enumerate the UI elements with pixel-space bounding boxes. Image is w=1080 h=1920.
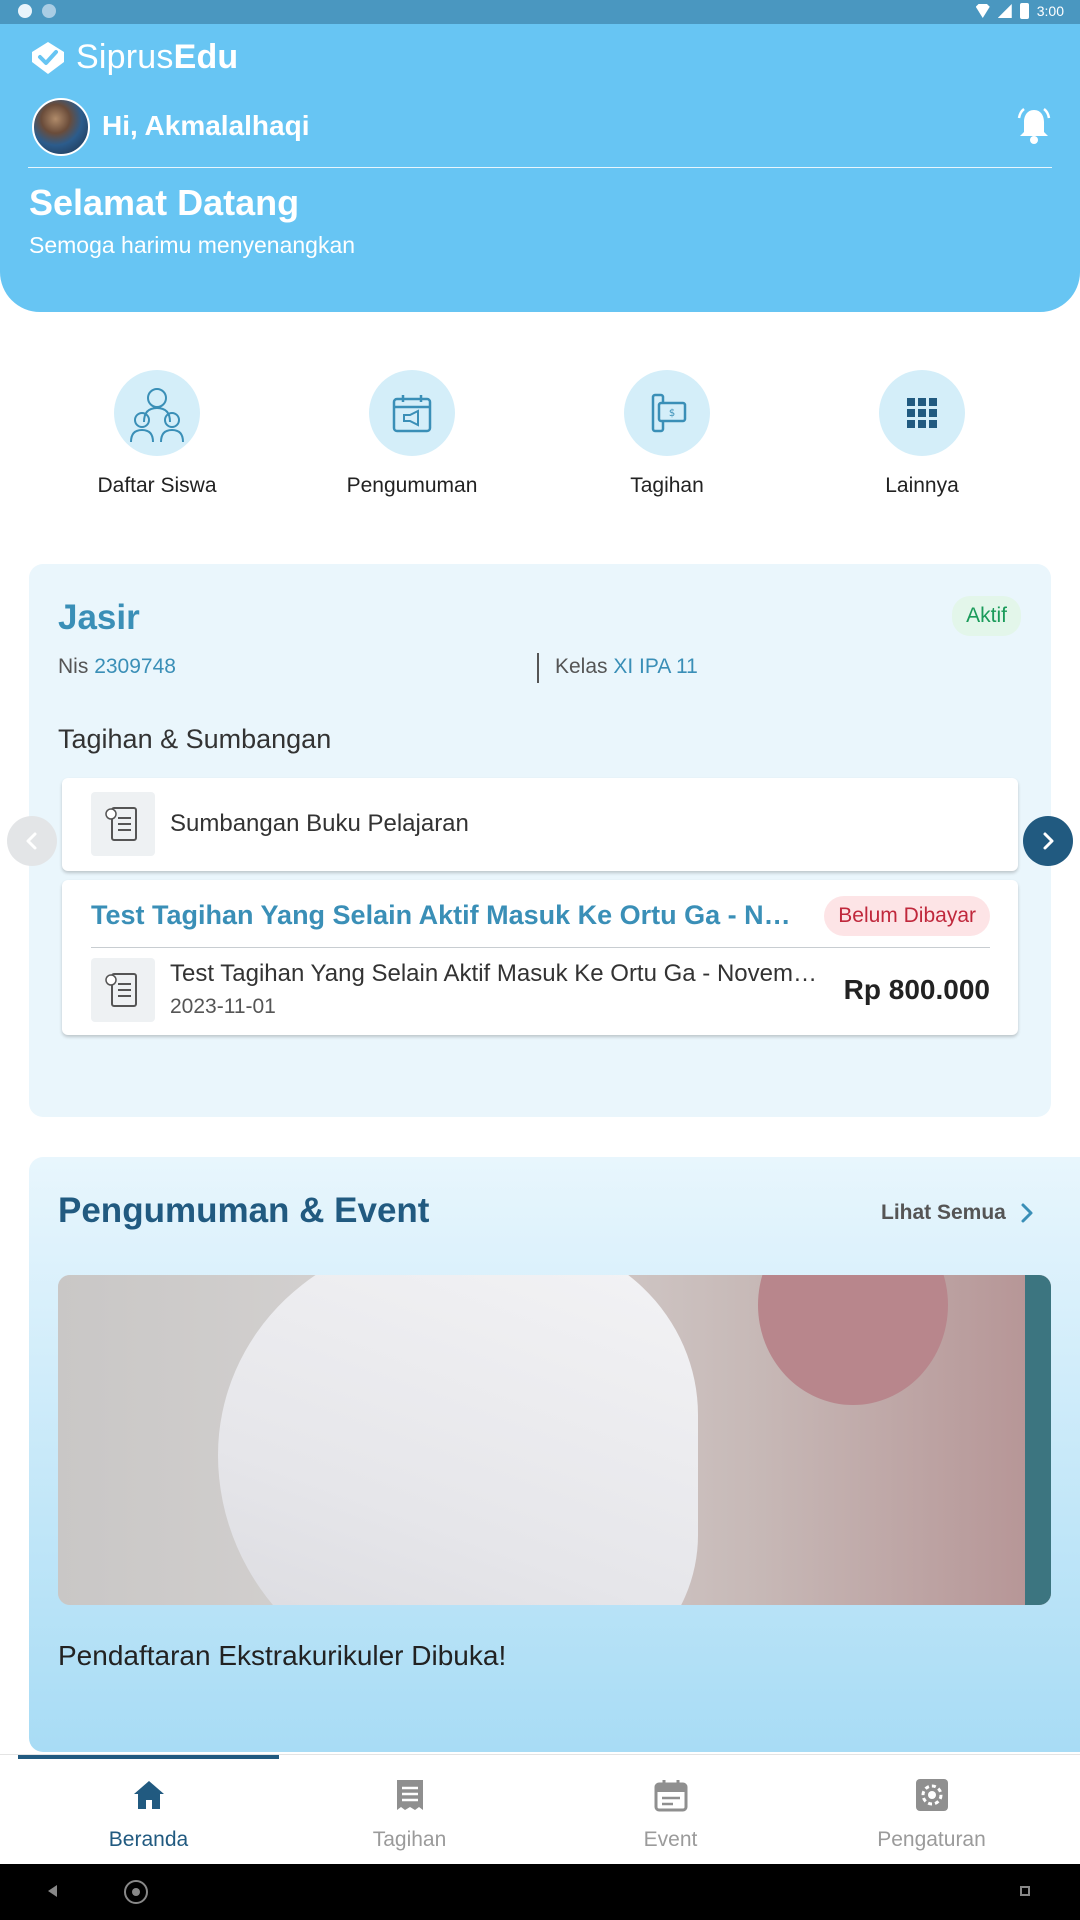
menu-label: Daftar Siswa [97, 474, 217, 497]
tab-label: Beranda [108, 1828, 189, 1851]
grid-icon [879, 370, 965, 456]
menu-label: Lainnya [885, 474, 959, 497]
chevron-left-icon [26, 832, 37, 850]
avatar[interactable] [32, 98, 90, 156]
tab-tagihan[interactable]: Tagihan [279, 1755, 540, 1865]
menu-item-pengumuman[interactable]: Pengumuman [312, 370, 512, 498]
bill-date: 2023-11-01 [170, 995, 276, 1018]
bill-card[interactable]: Test Tagihan Yang Selain Aktif Masuk Ke … [62, 880, 1018, 1035]
status-time: 3:00 [1036, 3, 1064, 19]
see-all-link[interactable]: Lihat Semua [881, 1201, 1034, 1225]
bottom-nav: Beranda Tagihan Event Pengaturan [0, 1754, 1080, 1864]
carousel-prev-button[interactable] [7, 816, 57, 866]
students-icon [114, 370, 200, 456]
signal-icon [997, 4, 1012, 18]
tab-label: Pengaturan [877, 1828, 986, 1851]
tab-pengaturan[interactable]: Pengaturan [801, 1755, 1062, 1865]
home-icon [133, 1781, 164, 1809]
kelas-label: Kelas [555, 655, 608, 678]
header: SiprusEdu Hi, Akmalalhaqi Selamat Datang… [0, 24, 1080, 312]
banner-shape [218, 1275, 698, 1605]
student-nis: Nis 2309748 [58, 655, 176, 679]
donation-card[interactable]: Sumbangan Buku Pelajaran [62, 778, 1018, 871]
calendar-icon [654, 1780, 687, 1812]
chevron-right-icon [1043, 832, 1054, 850]
nis-label: Nis [58, 655, 89, 678]
greeting-text: Hi, Akmalalhaqi [102, 110, 310, 141]
bill-icon: $ [624, 370, 710, 456]
menu-label: Pengumuman [346, 474, 478, 497]
system-icons: 3:00 [975, 3, 1064, 19]
back-icon[interactable] [48, 1885, 57, 1897]
info-divider [537, 653, 539, 683]
unpaid-badge: Belum Dibayar [824, 896, 990, 936]
nis-value: 2309748 [94, 655, 176, 678]
tab-event[interactable]: Event [540, 1755, 801, 1865]
welcome-subtitle: Semoga harimu menyenangkan [29, 232, 356, 258]
logo-icon [32, 41, 64, 74]
document-icon [91, 958, 155, 1022]
student-card: Jasir Aktif Nis 2309748 Kelas XI IPA 11 … [29, 564, 1051, 1117]
menu-item-daftar-siswa[interactable]: Daftar Siswa [57, 370, 257, 498]
notification-icons [18, 4, 56, 18]
header-divider [28, 167, 1052, 168]
announcement-title: Pengumuman & Event [58, 1191, 430, 1230]
banner-edge [1025, 1275, 1051, 1605]
document-icon [91, 792, 155, 856]
carousel-next-button[interactable] [1023, 816, 1073, 866]
student-name: Jasir [58, 598, 140, 637]
student-kelas: Kelas XI IPA 11 [555, 655, 698, 679]
brand-name-bold: Edu [173, 38, 239, 76]
section-title: Tagihan & Sumbangan [58, 724, 332, 754]
tab-beranda[interactable]: Beranda [18, 1755, 279, 1865]
brand-logo: SiprusEdu [28, 38, 238, 77]
brand-name: SiprusEdu [76, 38, 238, 77]
chevron-right-icon [1021, 1203, 1033, 1223]
tab-label: Tagihan [372, 1828, 447, 1851]
announcement-banner-image[interactable] [58, 1275, 1051, 1605]
notification-icon [42, 4, 56, 18]
announcement-icon [369, 370, 455, 456]
bill-amount: Rp 800.000 [843, 974, 990, 1005]
greeting-row: Hi, Akmalalhaqi [32, 98, 1052, 158]
battery-icon [1019, 3, 1029, 19]
kelas-value: XI IPA 11 [613, 655, 698, 678]
receipt-icon [396, 1780, 423, 1810]
gear-icon [915, 1779, 948, 1811]
quick-menu: Daftar Siswa Pengumuman $ Tagihan Lainny… [0, 370, 1080, 510]
menu-label: Tagihan [630, 474, 704, 497]
recents-icon[interactable] [1020, 1886, 1030, 1896]
see-all-label: Lihat Semua [881, 1201, 1006, 1224]
bill-item-title: Test Tagihan Yang Selain Aktif Masuk Ke … [170, 960, 820, 987]
announcement-item-title[interactable]: Pendaftaran Ekstrakurikuler Dibuka! [58, 1640, 506, 1672]
bill-title: Test Tagihan Yang Selain Aktif Masuk Ke … [91, 900, 791, 930]
svg-text:$: $ [669, 408, 675, 419]
announcement-section: Pengumuman & Event Lihat Semua Pendaftar… [29, 1157, 1080, 1752]
brand-name-light: Siprus [76, 38, 174, 76]
menu-item-lainnya[interactable]: Lainnya [822, 370, 1022, 498]
home-button-icon[interactable] [124, 1880, 148, 1904]
status-badge: Aktif [952, 596, 1021, 636]
donation-label: Sumbangan Buku Pelajaran [170, 810, 469, 837]
menu-item-tagihan[interactable]: $ Tagihan [567, 370, 767, 498]
bell-icon[interactable] [1016, 106, 1052, 146]
tab-label: Event [643, 1828, 698, 1851]
status-bar: 3:00 [0, 0, 1080, 24]
welcome-title: Selamat Datang [29, 182, 300, 223]
system-nav-bar [0, 1864, 1080, 1920]
bill-divider [91, 947, 990, 948]
notification-icon [18, 4, 32, 18]
wifi-icon [975, 4, 990, 18]
